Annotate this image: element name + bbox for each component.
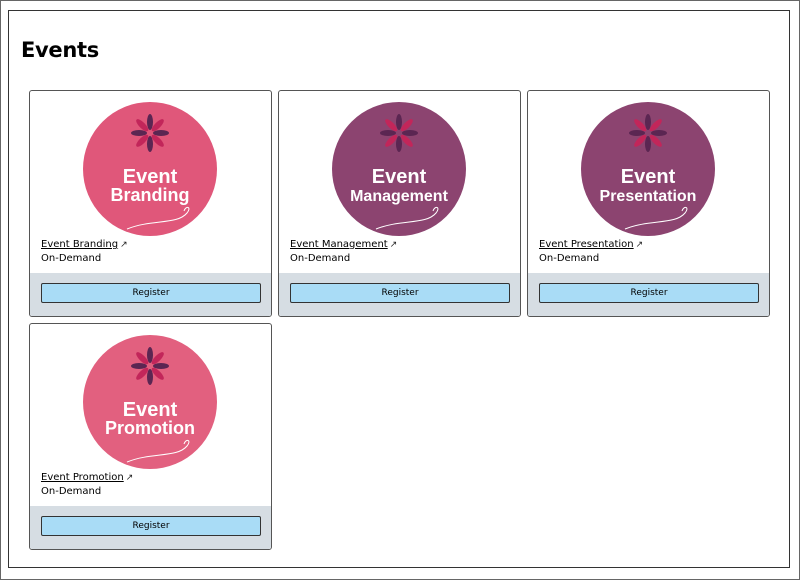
event-link[interactable]: Event Promotion	[41, 472, 124, 483]
event-link-row: Event Presentation ↗	[539, 238, 643, 252]
event-logo[interactable]: Event Presentation	[580, 101, 716, 237]
event-logo[interactable]: Event Promotion	[82, 334, 218, 470]
event-link[interactable]: Event Branding	[41, 239, 118, 250]
event-status: On-Demand	[290, 253, 351, 264]
event-status: On-Demand	[41, 253, 102, 264]
register-button[interactable]: Register	[539, 283, 759, 303]
external-link-icon: ↗	[635, 240, 644, 250]
card-footer: Register	[528, 273, 769, 316]
card-footer: Register	[30, 273, 271, 316]
event-logo-graphic: Event Presentation	[581, 102, 715, 236]
card-footer: Register	[30, 506, 271, 549]
logo-text-line1: Event	[372, 166, 427, 188]
page-title: Events	[21, 38, 99, 62]
event-card-presentation: Event Presentation Event Presentation ↗ O…	[527, 90, 770, 317]
logo-text-line2: Management	[350, 188, 448, 205]
event-logo[interactable]: Event Management	[331, 101, 467, 237]
register-button[interactable]: Register	[290, 283, 510, 303]
register-button[interactable]: Register	[41, 516, 261, 536]
event-link[interactable]: Event Presentation	[539, 239, 634, 250]
event-logo[interactable]: Event Branding	[82, 101, 218, 237]
logo-text-line2: Promotion	[105, 418, 195, 438]
event-logo-graphic: Event Branding	[83, 102, 217, 236]
event-link-row: Event Promotion ↗	[41, 471, 133, 485]
event-link-row: Event Management ↗	[290, 238, 397, 252]
event-card-promotion: Event Promotion Event Promotion ↗ On-Dema…	[29, 323, 272, 550]
event-link-row: Event Branding ↗	[41, 238, 128, 252]
event-link[interactable]: Event Management	[290, 239, 388, 250]
card-footer: Register	[279, 273, 520, 316]
event-status: On-Demand	[539, 253, 600, 264]
event-logo-graphic: Event Promotion	[83, 335, 217, 469]
logo-text-line2: Branding	[111, 185, 190, 205]
logo-text-line1: Event	[621, 166, 676, 188]
event-card-management: Event Management Event Management ↗ On-De…	[278, 90, 521, 317]
external-link-icon: ↗	[120, 240, 128, 250]
event-status: On-Demand	[41, 486, 102, 497]
register-button[interactable]: Register	[41, 283, 261, 303]
logo-text-line2: Presentation	[600, 188, 697, 205]
event-card-branding: Event Branding Event Branding ↗ On-Demand…	[29, 90, 272, 317]
external-link-icon: ↗	[389, 240, 398, 250]
external-link-icon: ↗	[125, 473, 134, 483]
event-logo-graphic: Event Management	[332, 102, 466, 236]
